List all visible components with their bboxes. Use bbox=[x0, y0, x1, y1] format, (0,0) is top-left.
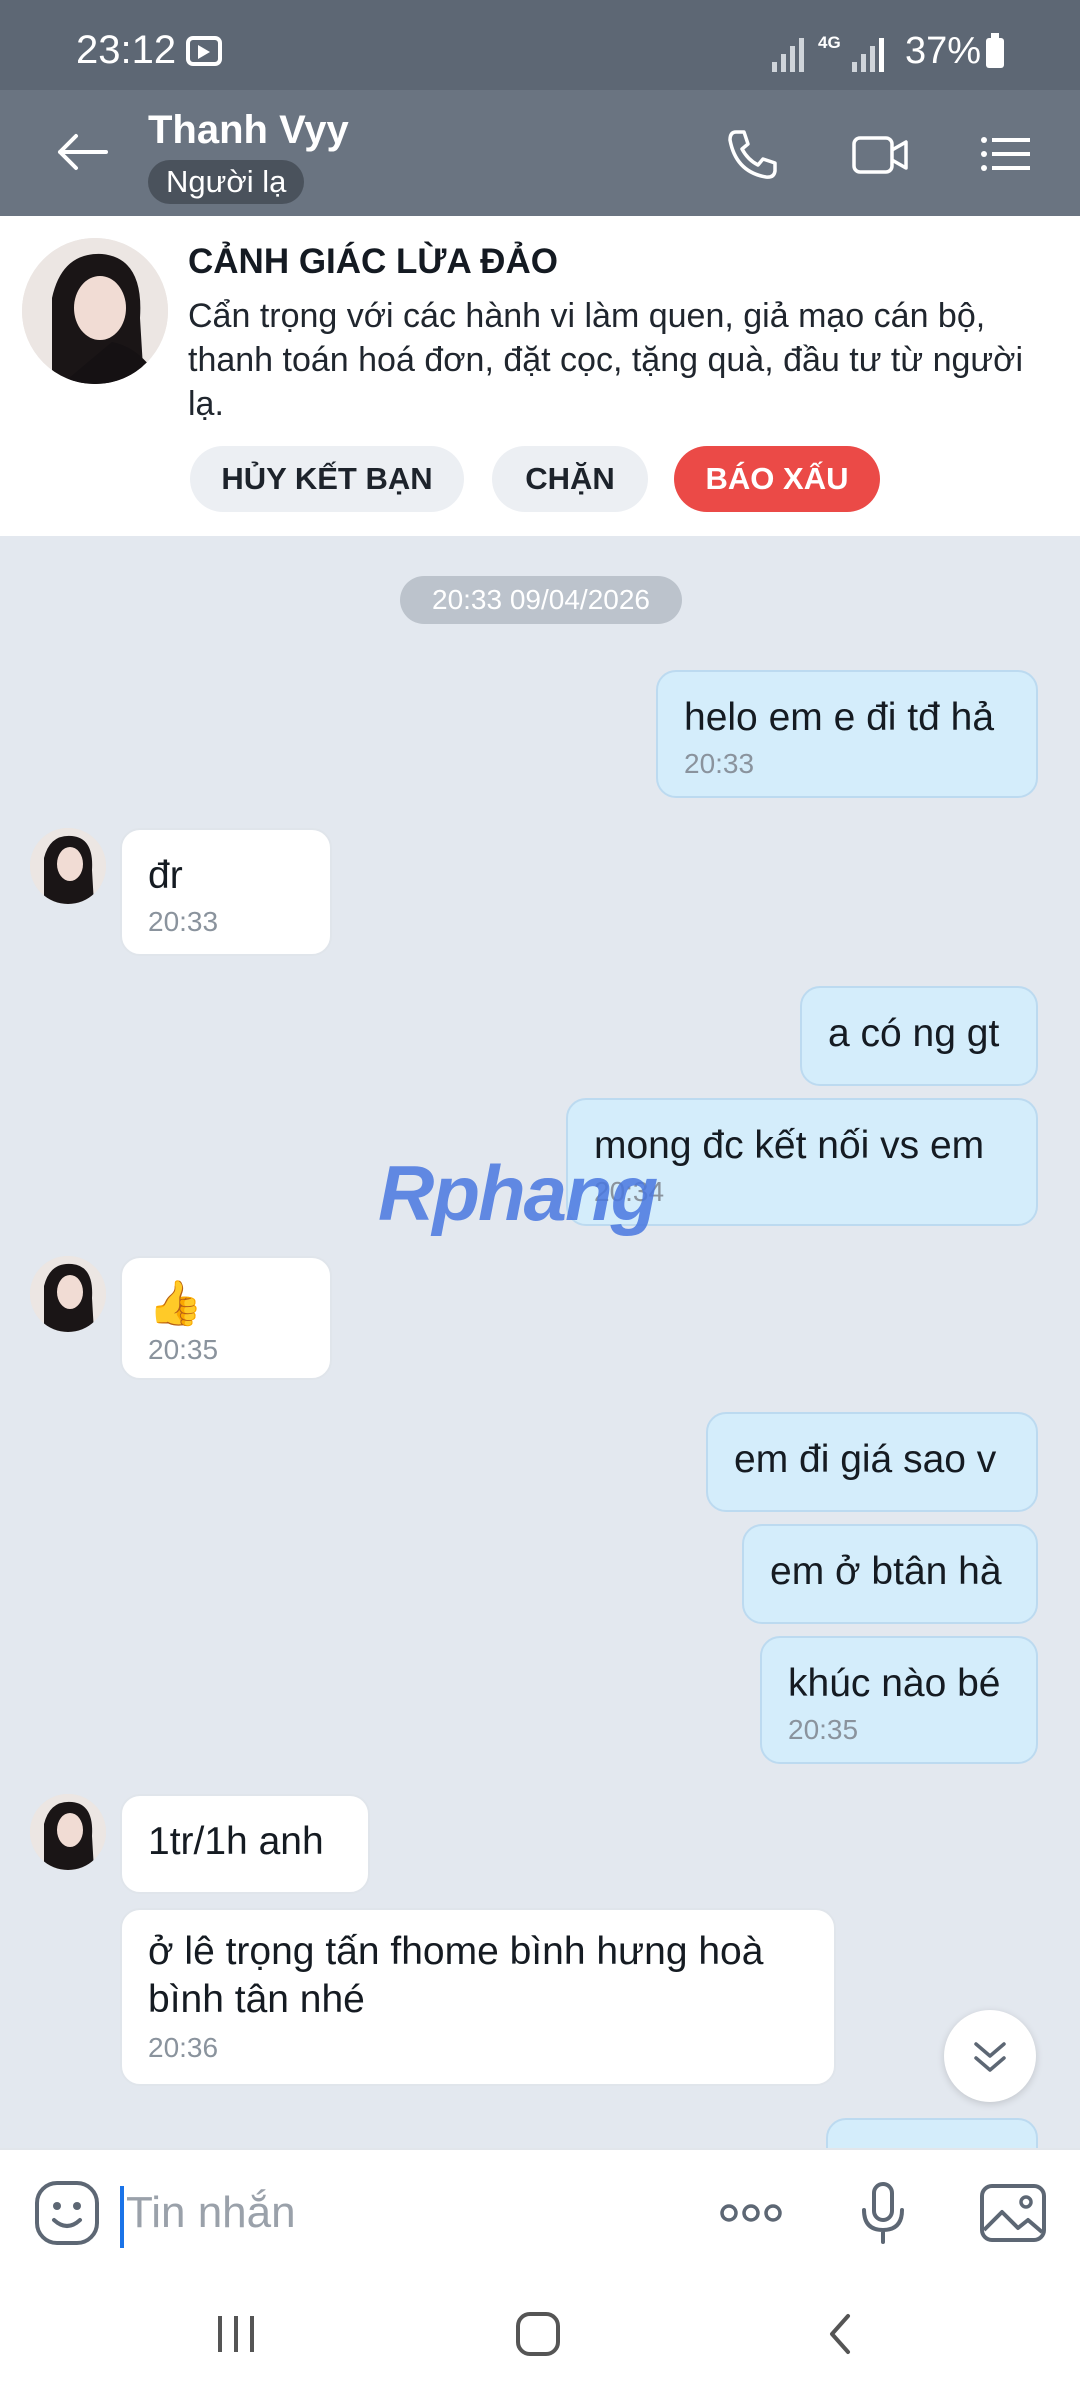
message-outgoing[interactable]: em đi giá sao v bbox=[706, 1412, 1038, 1512]
sender-avatar[interactable] bbox=[30, 1794, 106, 1870]
message-outgoing-partial[interactable] bbox=[826, 2118, 1038, 2148]
more-icon[interactable] bbox=[716, 2178, 786, 2248]
message-outgoing[interactable]: helo em e đi tđ hả 20:33 bbox=[656, 670, 1038, 798]
system-nav-bar bbox=[0, 2268, 1080, 2400]
contact-name[interactable]: Thanh Vyy bbox=[148, 108, 349, 153]
message-text: a có ng gt bbox=[828, 1012, 1000, 1055]
message-text: ở lê trọng tấn fhome bình hưng hoà bình … bbox=[148, 1930, 764, 2021]
status-bar: 23:12 4G 37% bbox=[0, 0, 1080, 90]
watermark: Rphang bbox=[378, 1149, 658, 1237]
message-outgoing[interactable]: khúc nào bé 20:35 bbox=[760, 1636, 1038, 1764]
message-text: 1tr/1h anh bbox=[148, 1820, 324, 1863]
signal-icon bbox=[772, 36, 806, 72]
unfriend-button[interactable]: HỦY KẾT BẠN bbox=[190, 446, 464, 512]
contact-avatar[interactable] bbox=[22, 238, 168, 384]
message-time: 20:33 bbox=[148, 906, 219, 937]
cast-icon bbox=[186, 36, 222, 66]
status-time: 23:12 bbox=[76, 28, 177, 72]
phone-icon[interactable] bbox=[722, 124, 782, 184]
message-text: đr bbox=[148, 854, 183, 897]
emoji-icon[interactable] bbox=[32, 2178, 102, 2248]
video-call-icon[interactable] bbox=[850, 124, 910, 184]
network-type: 4G bbox=[818, 33, 841, 52]
chat-header: Thanh Vyy Người lạ bbox=[0, 90, 1080, 216]
warning-title: CẢNH GIÁC LỪA ĐẢO bbox=[188, 242, 558, 281]
menu-icon[interactable] bbox=[976, 124, 1036, 184]
message-incoming[interactable]: đr 20:33 bbox=[120, 828, 332, 956]
block-button[interactable]: CHẶN bbox=[492, 446, 648, 512]
message-text: helo em e đi tđ hả bbox=[684, 696, 995, 739]
signal-icon-2 bbox=[852, 36, 886, 72]
battery-percent: 37% bbox=[905, 30, 982, 72]
report-button[interactable]: BÁO XẤU bbox=[674, 446, 880, 512]
stranger-badge: Người lạ bbox=[148, 160, 305, 204]
warning-text: Cẩn trọng với các hành vi làm quen, giả … bbox=[188, 297, 1023, 423]
message-text: em đi giá sao v bbox=[734, 1438, 997, 1481]
scroll-to-bottom-button[interactable] bbox=[944, 2010, 1036, 2102]
message-text: khúc nào bé bbox=[788, 1662, 1001, 1705]
battery-icon bbox=[986, 33, 1004, 68]
sender-avatar[interactable] bbox=[30, 1256, 106, 1332]
message-text: em ở btân hà bbox=[770, 1550, 1002, 1593]
message-time: 20:34 bbox=[594, 1176, 665, 1207]
message-incoming[interactable]: 👍 20:35 bbox=[120, 1256, 332, 1380]
message-incoming[interactable]: ở lê trọng tấn fhome bình hưng hoà bình … bbox=[120, 1908, 836, 2086]
home-icon[interactable] bbox=[508, 2304, 568, 2364]
message-incoming[interactable]: 1tr/1h anh bbox=[120, 1794, 370, 1894]
image-icon[interactable] bbox=[978, 2178, 1048, 2248]
message-input[interactable]: Tin nhắn bbox=[126, 2188, 296, 2238]
scam-warning-card: CẢNH GIÁC LỪA ĐẢO Cẩn trọng với các hành… bbox=[0, 216, 1080, 536]
message-time: 20:33 bbox=[684, 748, 755, 779]
chevron-down-icon bbox=[974, 2042, 1006, 2072]
message-time: 20:35 bbox=[788, 1714, 859, 1745]
chat-messages[interactable]: 20:33 09/04/2026 helo em e đi tđ hả 20:3… bbox=[0, 536, 1080, 2148]
back-arrow-icon[interactable] bbox=[56, 132, 108, 172]
thumbs-up-icon: 👍 bbox=[148, 1279, 203, 1328]
back-icon[interactable] bbox=[810, 2304, 870, 2364]
recent-apps-icon[interactable] bbox=[206, 2304, 266, 2364]
message-input-bar: Tin nhắn bbox=[0, 2148, 1080, 2270]
message-time: 20:35 bbox=[148, 1334, 219, 1365]
date-divider: 20:33 09/04/2026 bbox=[400, 576, 682, 624]
text-cursor bbox=[120, 2186, 124, 2248]
microphone-icon[interactable] bbox=[848, 2178, 918, 2248]
message-outgoing[interactable]: a có ng gt bbox=[800, 986, 1038, 1086]
message-outgoing[interactable]: em ở btân hà bbox=[742, 1524, 1038, 1624]
message-time: 20:36 bbox=[148, 2032, 219, 2063]
sender-avatar[interactable] bbox=[30, 828, 106, 904]
